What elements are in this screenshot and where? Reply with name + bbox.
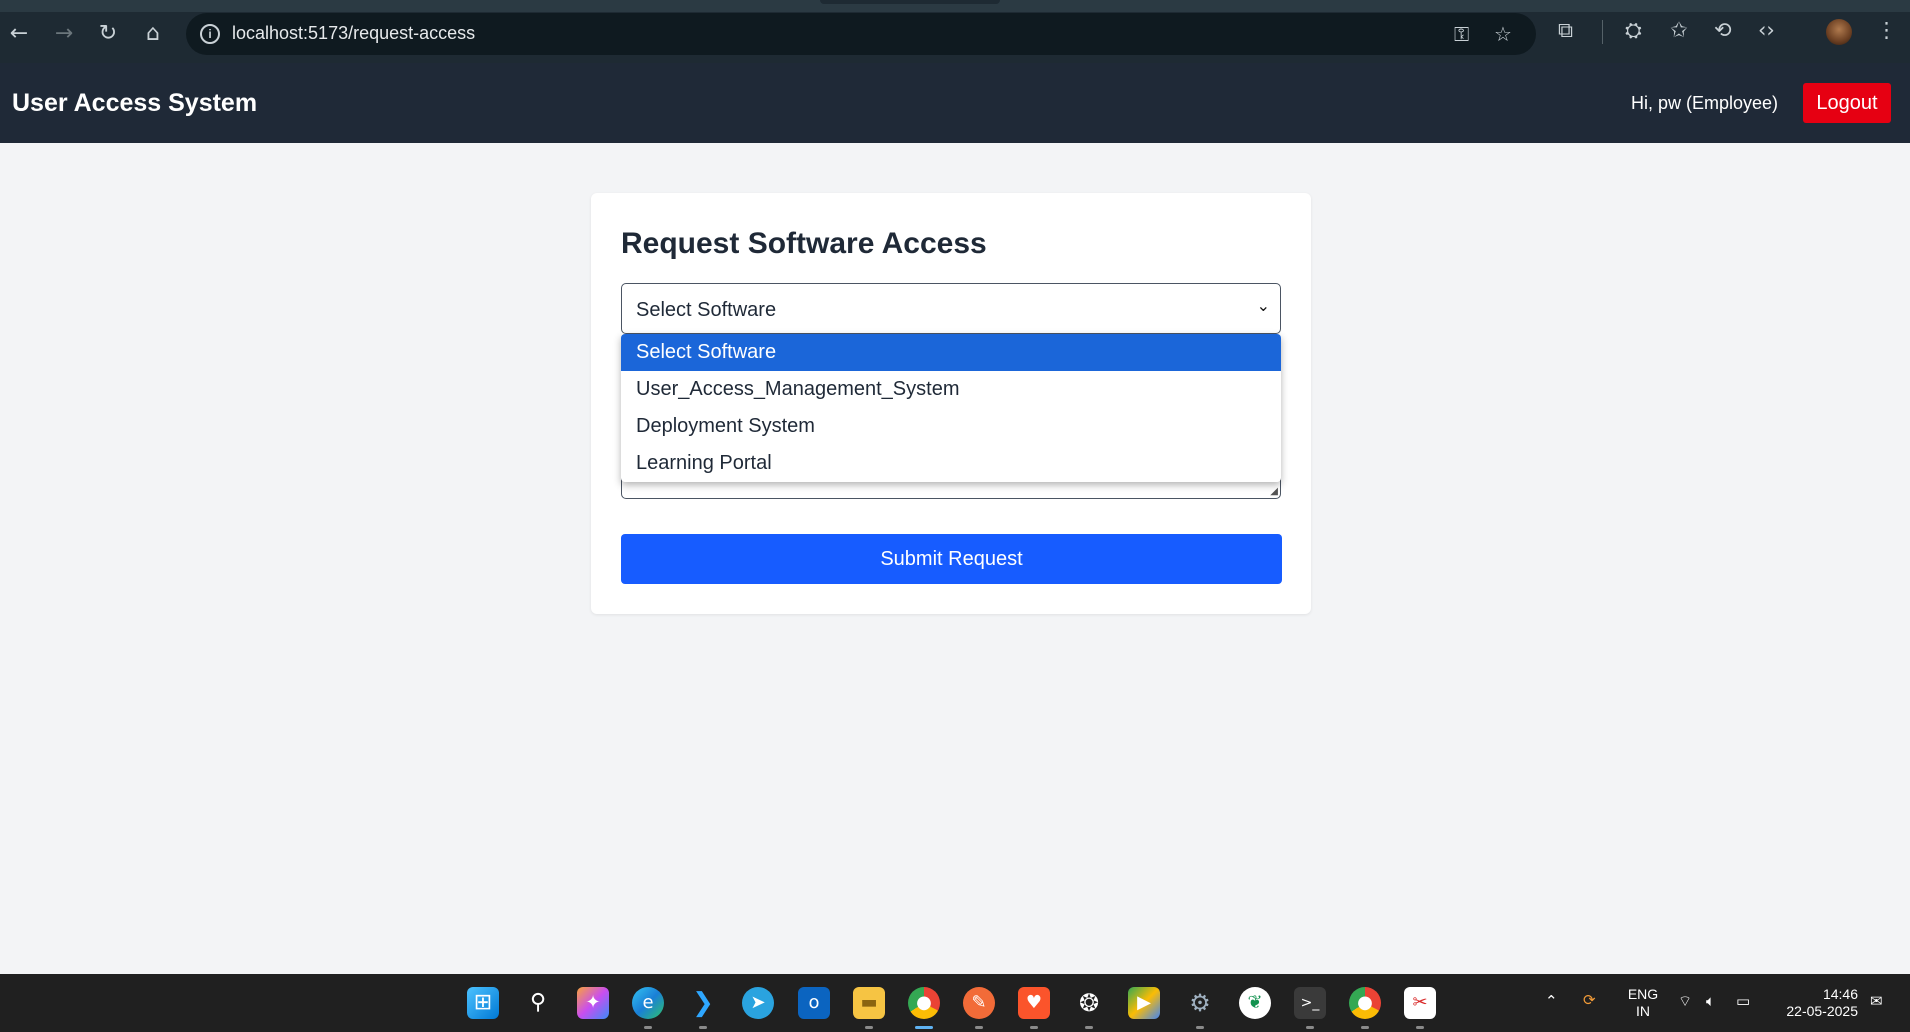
running-indicator: [699, 1026, 707, 1029]
chrome-icon[interactable]: ●: [908, 987, 940, 1019]
running-indicator: [1361, 1026, 1369, 1029]
volume-icon[interactable]: 🔈︎: [1706, 992, 1715, 1010]
running-indicator: [1416, 1026, 1424, 1029]
notification-icon[interactable]: ✉: [1870, 992, 1883, 1010]
running-indicator: [1085, 1026, 1093, 1029]
history-icon[interactable]: ⟲: [1714, 18, 1732, 42]
clock[interactable]: 14:46 22-05-2025: [1770, 986, 1858, 1020]
running-indicator: [644, 1026, 652, 1029]
running-indicator: [1306, 1026, 1314, 1029]
reload-icon[interactable]: ↻: [94, 20, 122, 48]
back-icon[interactable]: ←: [5, 20, 33, 48]
start-windows-icon[interactable]: ⊞: [467, 987, 499, 1019]
site-info-icon[interactable]: i: [200, 24, 220, 44]
postman-icon[interactable]: ✎: [963, 987, 995, 1019]
logout-button[interactable]: Logout: [1803, 83, 1891, 123]
devtools-icon[interactable]: ‹›: [1758, 18, 1775, 42]
tab-edge: [820, 0, 1000, 4]
chatgpt-icon[interactable]: ❂: [1073, 987, 1105, 1019]
language-indicator[interactable]: ENG IN: [1625, 986, 1661, 1020]
mongodb-icon[interactable]: ❦: [1239, 987, 1271, 1019]
dropdown-option[interactable]: Select Software: [621, 334, 1281, 371]
snipping-tool-icon[interactable]: ✂: [1404, 987, 1436, 1019]
chevron-down-icon: ⌄: [1256, 296, 1270, 315]
clock-date: 22-05-2025: [1786, 1003, 1858, 1019]
incognito-icon[interactable]: ⛭: [1625, 18, 1642, 43]
chrome-profile-icon[interactable]: ●: [1349, 987, 1381, 1019]
running-indicator: [865, 1026, 873, 1029]
home-icon[interactable]: ⌂: [139, 20, 167, 48]
running-indicator: [1196, 1026, 1204, 1029]
settings-gear-icon[interactable]: ⚙: [1184, 987, 1216, 1019]
battery-icon[interactable]: ▭: [1736, 992, 1750, 1010]
dropdown-option[interactable]: Deployment System: [621, 408, 1281, 445]
vscode-icon[interactable]: ❯: [687, 987, 719, 1019]
region-code: IN: [1636, 1003, 1650, 1019]
page-title: Request Software Access: [621, 227, 987, 260]
menu-dots-icon[interactable]: ⋮: [1876, 18, 1897, 42]
toolbar-divider: [1602, 20, 1603, 44]
file-explorer-icon[interactable]: ▬: [853, 987, 885, 1019]
user-greeting: Hi, pw (Employee): [1630, 93, 1778, 113]
taskbar: ⊞ ⚲ ✦ e ❯ ➤ o ▬ ● ✎ ♥ ❂ ▶ ⚙ ❦ >_ ● ✂ ⌃ ⟳…: [0, 974, 1910, 1032]
bookmarks-icon[interactable]: ✩: [1670, 18, 1688, 42]
extensions-icon[interactable]: ⧉: [1558, 18, 1573, 43]
edge-icon[interactable]: e: [632, 987, 664, 1019]
meet-icon[interactable]: ▶: [1128, 987, 1160, 1019]
search-icon[interactable]: ⚲: [522, 987, 554, 1019]
forward-icon[interactable]: →: [50, 20, 78, 48]
outlook-icon[interactable]: o: [798, 987, 830, 1019]
address-bar[interactable]: i localhost:5173/request-access ⚿ ☆: [186, 13, 1536, 55]
dropdown-option[interactable]: User_Access_Management_System: [621, 371, 1281, 408]
software-dropdown-list: Select Software User_Access_Management_S…: [621, 334, 1281, 482]
terminal-icon[interactable]: >_: [1294, 987, 1326, 1019]
wifi-icon[interactable]: ⌔: [1678, 992, 1692, 1011]
active-indicator: [915, 1026, 933, 1029]
resize-handle-icon[interactable]: ◢: [1270, 486, 1278, 497]
chevron-up-icon[interactable]: ⌃: [1545, 992, 1558, 1010]
browser-toolbar: ← → ↻ ⌂ i localhost:5173/request-access …: [0, 0, 1910, 63]
tab-strip: [0, 0, 1910, 12]
password-key-icon[interactable]: ⚿: [1454, 22, 1469, 46]
url-text[interactable]: localhost:5173/request-access: [232, 23, 475, 44]
software-select[interactable]: Select Software ⌄: [621, 283, 1281, 334]
copilot-icon[interactable]: ✦: [577, 987, 609, 1019]
running-indicator: [1030, 1026, 1038, 1029]
brave-icon[interactable]: ♥: [1018, 987, 1050, 1019]
running-indicator: [975, 1026, 983, 1029]
submit-request-button[interactable]: Submit Request: [621, 534, 1282, 584]
sync-icon[interactable]: ⟳: [1583, 991, 1596, 1009]
dropdown-option[interactable]: Learning Portal: [621, 445, 1281, 482]
profile-avatar[interactable]: [1826, 19, 1852, 45]
clock-time: 14:46: [1822, 986, 1858, 1002]
app-title: User Access System: [12, 89, 258, 117]
telegram-icon[interactable]: ➤: [742, 987, 774, 1019]
software-select-value: Select Software: [636, 299, 777, 321]
app-header: User Access System Hi, pw (Employee) Log…: [0, 63, 1910, 143]
bookmark-star-icon[interactable]: ☆: [1494, 22, 1512, 46]
language-code: ENG: [1627, 986, 1659, 1002]
